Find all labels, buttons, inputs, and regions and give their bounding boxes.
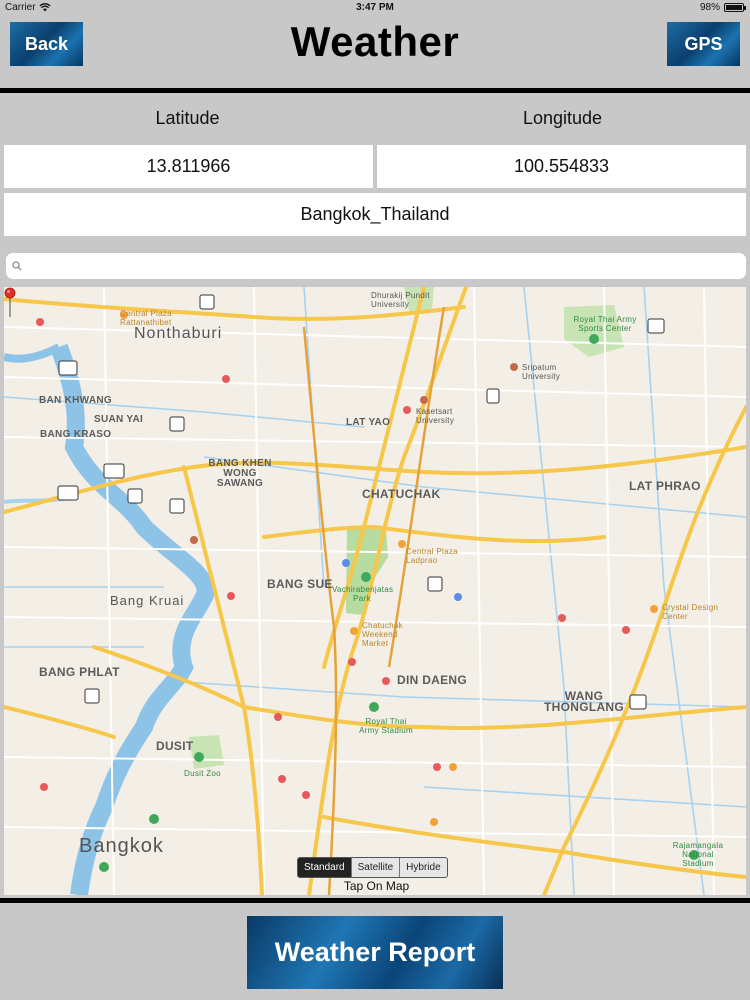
longitude-field[interactable]: 100.554833	[377, 145, 746, 188]
map-type-hybride[interactable]: Hybride	[400, 858, 446, 877]
map-type-standard[interactable]: Standard	[298, 858, 352, 877]
map-poi-vachirabenjatas-park: Vachirabenjatas Park	[332, 585, 394, 603]
latitude-field[interactable]: 13.811966	[4, 145, 373, 188]
map-label-lat-phrao: LAT PHRAO	[629, 479, 701, 493]
status-time: 3:47 PM	[356, 2, 394, 13]
map-poi-chatuchak-market: Chatuchak Weekend Market	[362, 621, 403, 648]
map-label-dusit: DUSIT	[156, 739, 194, 753]
footer-divider	[0, 898, 750, 903]
gps-button[interactable]: GPS	[667, 22, 740, 66]
map-poi-dusit-zoo: Dusit Zoo	[184, 769, 221, 778]
map-label-bang-khen: BANG KHEN WONG SAWANG	[208, 458, 272, 489]
map-poi-central-plaza-ladprao: Central Plaza Ladprao	[406, 547, 458, 565]
map-poi-kasetsart: Kasetsart University	[416, 407, 455, 425]
map-poi-army-sports-center: Royal Thai Army Sports Center	[573, 315, 637, 333]
battery-icon	[724, 3, 746, 12]
map-label-din-daeng: DIN DAENG	[397, 673, 468, 687]
search-input[interactable]	[27, 253, 746, 279]
page-title: Weather	[290, 18, 460, 65]
map-label-chatuchak: CHATUCHAK	[362, 487, 441, 501]
header-divider	[0, 88, 750, 93]
map-label-bang-phlat: BANG PHLAT	[39, 665, 120, 679]
map-poi-rajamangala: Rajamangala National Stadium	[672, 841, 724, 868]
map-label-bang-sue: BANG SUE	[267, 577, 333, 591]
map-view[interactable]: Nonthaburi Bangkok Bang Kruai CHATUCHAK …	[4, 287, 746, 895]
location-pin-icon[interactable]	[4, 287, 16, 317]
status-bar: Carrier 3:47 PM 98%	[0, 0, 750, 16]
map-type-selector[interactable]: Standard Satellite Hybride	[297, 857, 448, 878]
location-name-field[interactable]: Bangkok_Thailand	[4, 193, 746, 236]
map-poi-army-stadium: Royal Thai Army Stadium	[359, 717, 413, 735]
battery-indicator: 98%	[699, 2, 746, 13]
map-label-bang-kraso: BANG KRASO	[40, 429, 112, 440]
tap-on-map-hint: Tap On Map	[343, 879, 410, 893]
map-label-bangkok: Bangkok	[79, 835, 164, 857]
map-poi-central-rattanathibet: Central Plaza Rattanathibet	[120, 309, 172, 327]
map-label-bang-kruai: Bang Kruai	[110, 593, 185, 608]
map-label-nonthaburi: Nonthaburi	[134, 325, 223, 342]
map-label-wang-thonglang: WANG THONGLANG	[544, 689, 625, 714]
map-type-satellite[interactable]: Satellite	[352, 858, 401, 877]
latitude-label: Latitude	[155, 108, 220, 128]
longitude-label: Longitude	[522, 108, 603, 128]
battery-percent: 98%	[699, 2, 720, 13]
map-poi-crystal-design: Crystal Design Center	[662, 603, 719, 621]
weather-report-button[interactable]: Weather Report	[247, 916, 503, 989]
map-search-bar[interactable]	[6, 253, 746, 279]
map-label-suan-yai: SUAN YAI	[94, 414, 144, 425]
map-poi-sripatum: Sripatum University	[522, 363, 561, 381]
map-poi-dhurakij: Dhurakij Pundit University	[371, 291, 430, 309]
search-icon	[12, 261, 22, 271]
map-label-ban-khwang: BAN KHWANG	[39, 395, 112, 406]
map-label-lat-yao: LAT YAO	[346, 417, 391, 428]
